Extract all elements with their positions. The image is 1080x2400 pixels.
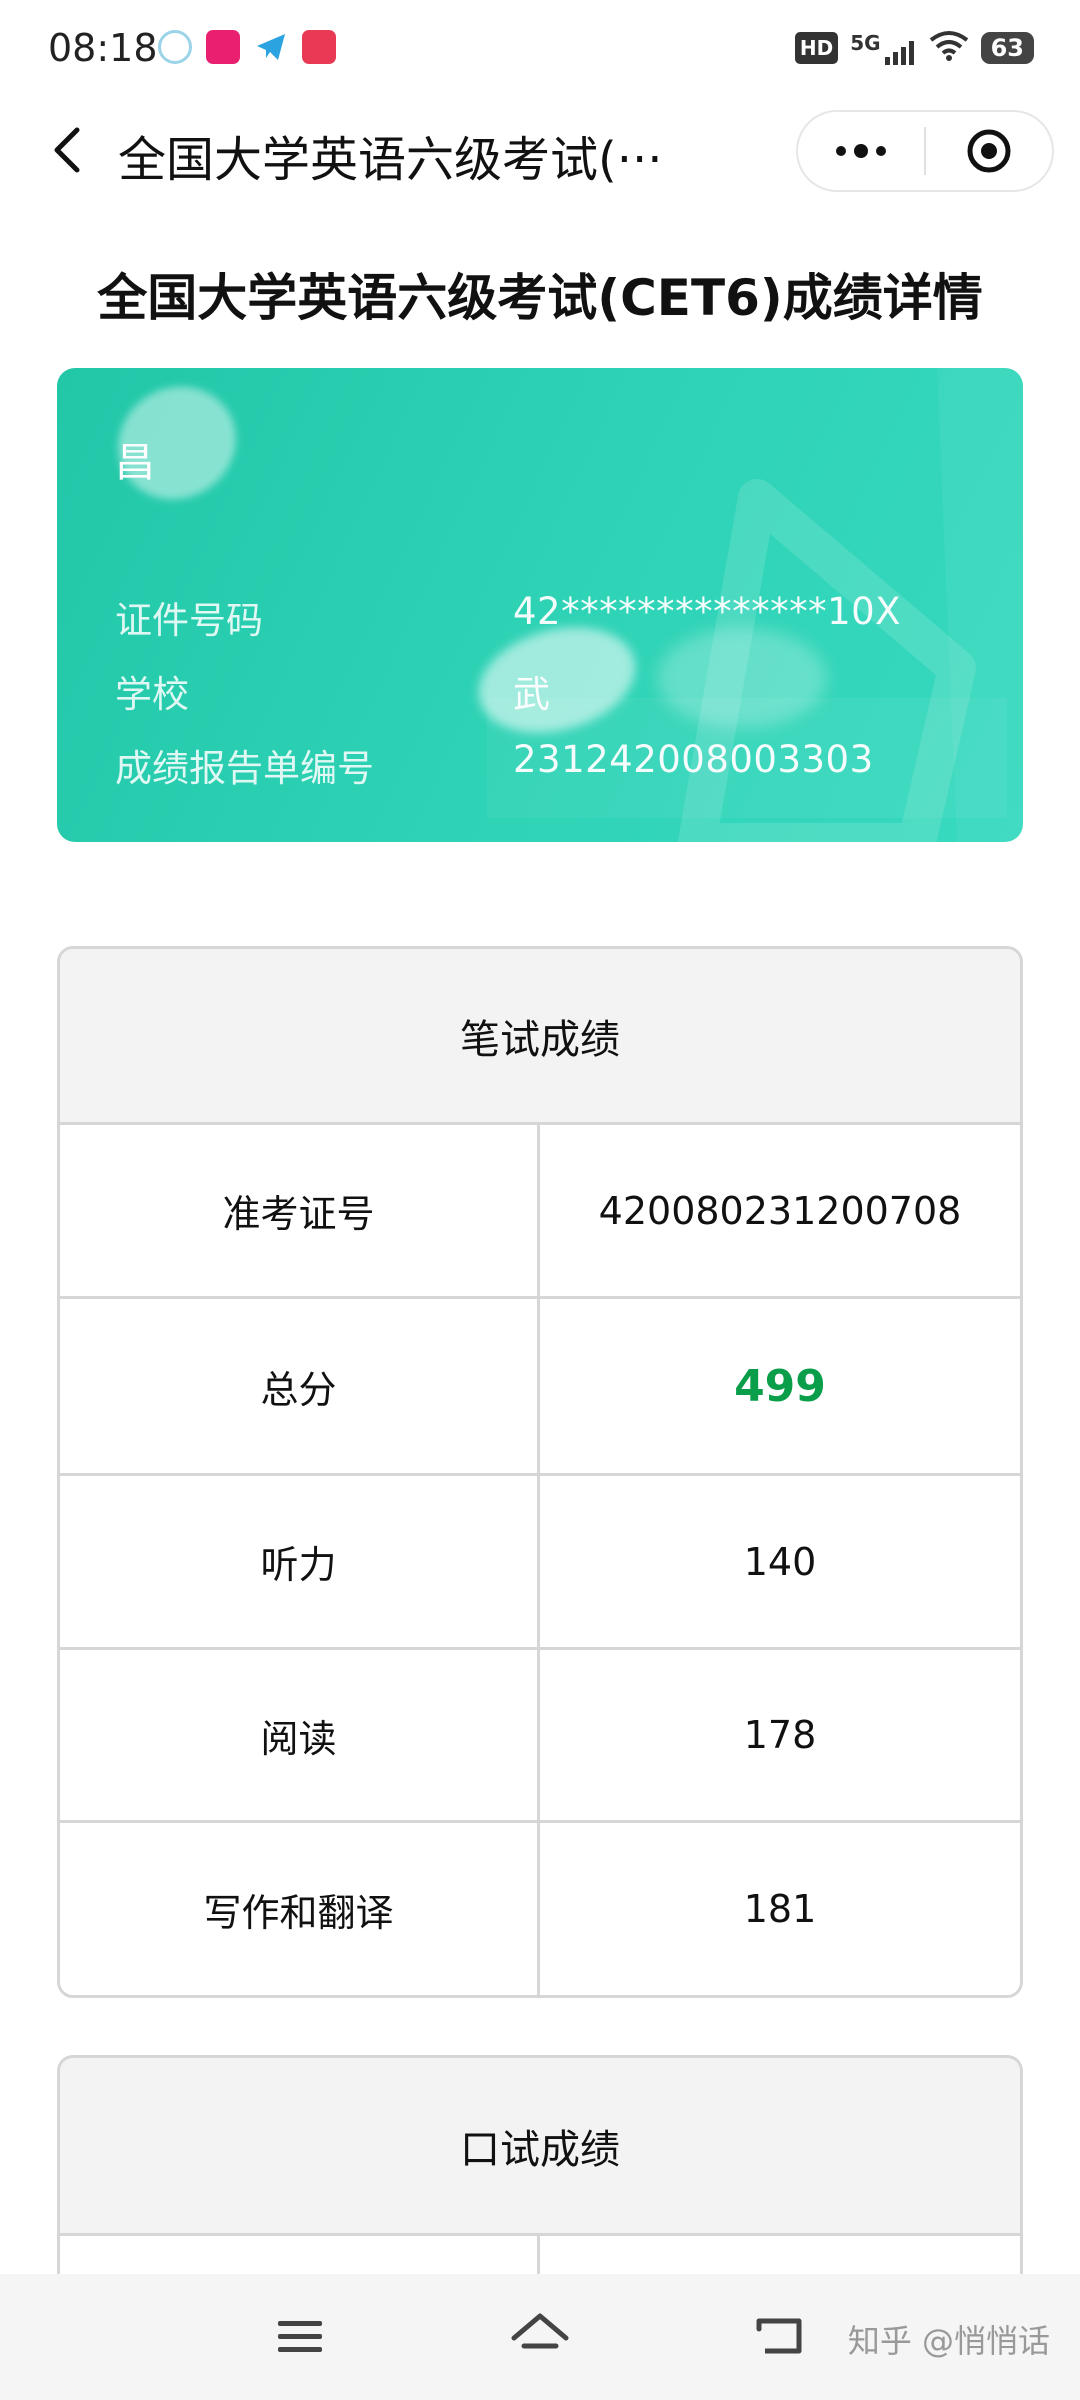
status-time: 08:18: [48, 26, 158, 70]
battery-icon: 63: [980, 32, 1034, 64]
id-label: 证件号码: [115, 599, 263, 642]
telegram-icon: [254, 30, 288, 64]
page-title: 全国大学英语六级考试(CET6)成绩详情: [97, 269, 983, 327]
school-label: 学校: [115, 673, 189, 716]
table-header: 笔试成绩: [60, 949, 1020, 1125]
hd-badge: HD: [794, 32, 839, 64]
signal-icon: 5G: [850, 31, 916, 65]
reading-score: 178: [743, 1713, 817, 1757]
school-redaction: [657, 628, 827, 728]
admission-number: 420080231200708: [598, 1188, 962, 1233]
table-row: 听力 140: [60, 1476, 1020, 1650]
candidate-name: 昌: [115, 440, 155, 486]
status-indicators: HD 5G 63: [794, 30, 1034, 66]
nav-title: 全国大学英语六级考试(···: [118, 132, 663, 188]
row-label: 阅读: [60, 1650, 540, 1820]
status-bar: 08:18 HD 5G 63: [0, 0, 1080, 100]
close-miniprogram-button[interactable]: [926, 112, 1052, 190]
total-score: 499: [734, 1360, 826, 1412]
row-label: 听力: [60, 1476, 540, 1647]
table-row: 总分 499: [60, 1299, 1020, 1476]
menu-icon: [278, 2321, 322, 2352]
menu-button[interactable]: [260, 2300, 340, 2374]
written-score-table: 笔试成绩 准考证号 420080231200708 总分 499 听力 140 …: [57, 946, 1023, 1998]
home-icon: [511, 2313, 569, 2349]
more-icon: [836, 144, 886, 158]
notification-icons: [158, 30, 336, 64]
row-label: 准考证号: [60, 1125, 540, 1296]
nav-bar: 全国大学英语六级考试(···: [0, 100, 1080, 200]
table-row: 写作和翻译 181: [60, 1823, 1020, 1995]
chevron-left-icon: [54, 127, 80, 173]
table-header: 口试成绩: [60, 2058, 1020, 2236]
wifi-icon: [929, 30, 969, 66]
row-label: 总分: [60, 1299, 540, 1473]
table-row: 准考证号 420080231200708: [60, 1125, 1020, 1299]
table-row: 阅读 178: [60, 1650, 1020, 1823]
candidate-card: 昌 证件号码 42**************10X 学校 武 成绩报告单编号 …: [57, 368, 1023, 842]
listening-score: 140: [743, 1539, 817, 1584]
report-number-value: 231242008003303: [513, 738, 874, 781]
back-button[interactable]: [38, 122, 94, 178]
writing-translation-score: 181: [743, 1887, 817, 1931]
app-notification-icon: [158, 30, 192, 64]
system-nav-bar: 知乎 @悄悄话: [0, 2274, 1080, 2400]
more-button[interactable]: [798, 112, 924, 190]
watermark: 知乎 @悄悄话: [847, 2322, 1050, 2360]
capsule-menu: [796, 110, 1054, 192]
home-button[interactable]: [500, 2300, 580, 2374]
back-nav-button[interactable]: [740, 2300, 820, 2374]
report-number-label: 成绩报告单编号: [115, 747, 374, 790]
app-notification-icon: [302, 30, 336, 64]
target-icon: [967, 129, 1011, 173]
row-label: 写作和翻译: [60, 1823, 540, 1995]
app-notification-icon: [206, 30, 240, 64]
back-arrow-icon: [756, 2318, 802, 2354]
